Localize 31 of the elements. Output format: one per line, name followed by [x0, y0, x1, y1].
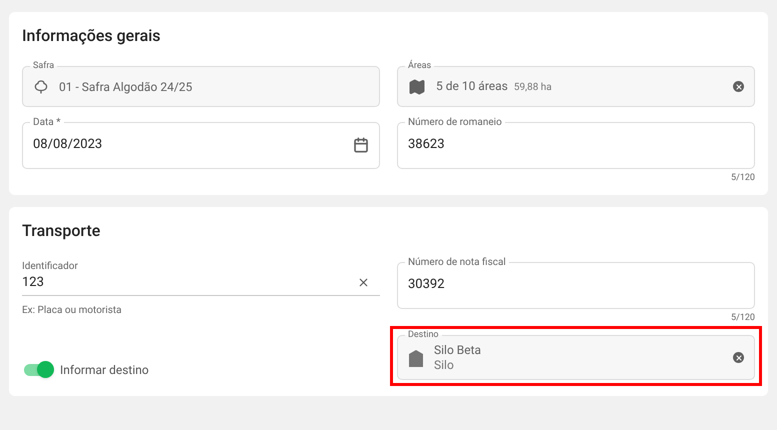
field-value: 08/08/2023 [33, 136, 104, 154]
silo-icon [408, 348, 424, 366]
field-label: Número de romaneio [407, 116, 503, 130]
section-title: Informações gerais [22, 25, 162, 47]
field-label: Identificador [22, 260, 79, 273]
field-value: 30392 [408, 276, 446, 294]
field-value: Silo Beta [434, 342, 482, 358]
section-title: Transporte [22, 220, 102, 242]
char-counter: 5/120 [731, 312, 755, 325]
input-field[interactable]: Número de nota fiscal 30392 [397, 255, 755, 309]
field-label: Safra [32, 60, 56, 73]
area-size: 59,88 ha [514, 81, 552, 95]
field-value: 01 - Safra Algodão 24/25 [59, 78, 192, 94]
field-hint: Ex: Placa ou motorista [22, 304, 122, 316]
field-value: 5 de 10 áreas [436, 78, 508, 94]
input-field[interactable]: Identificador 123 [22, 260, 380, 296]
input-field[interactable]: Número de romaneio 38623 [397, 114, 755, 168]
map-icon [408, 78, 426, 96]
field-label: Áreas [407, 60, 432, 73]
char-counter: 5/120 [731, 172, 755, 184]
field-label: Data * [32, 116, 62, 130]
field-label: Número de nota fiscal [407, 256, 507, 270]
field-value: 123 [22, 274, 45, 292]
clear-icon[interactable] [357, 276, 370, 290]
field-value: 38623 [408, 136, 446, 154]
calendar-icon[interactable] [353, 136, 369, 152]
field-label: Destino [407, 328, 440, 342]
date-field[interactable]: Data * 08/08/2023 [22, 114, 380, 168]
toggle-label: Informar destino [60, 362, 149, 378]
field-subtitle: Silo [434, 358, 455, 373]
toggle-switch[interactable] [24, 364, 54, 376]
